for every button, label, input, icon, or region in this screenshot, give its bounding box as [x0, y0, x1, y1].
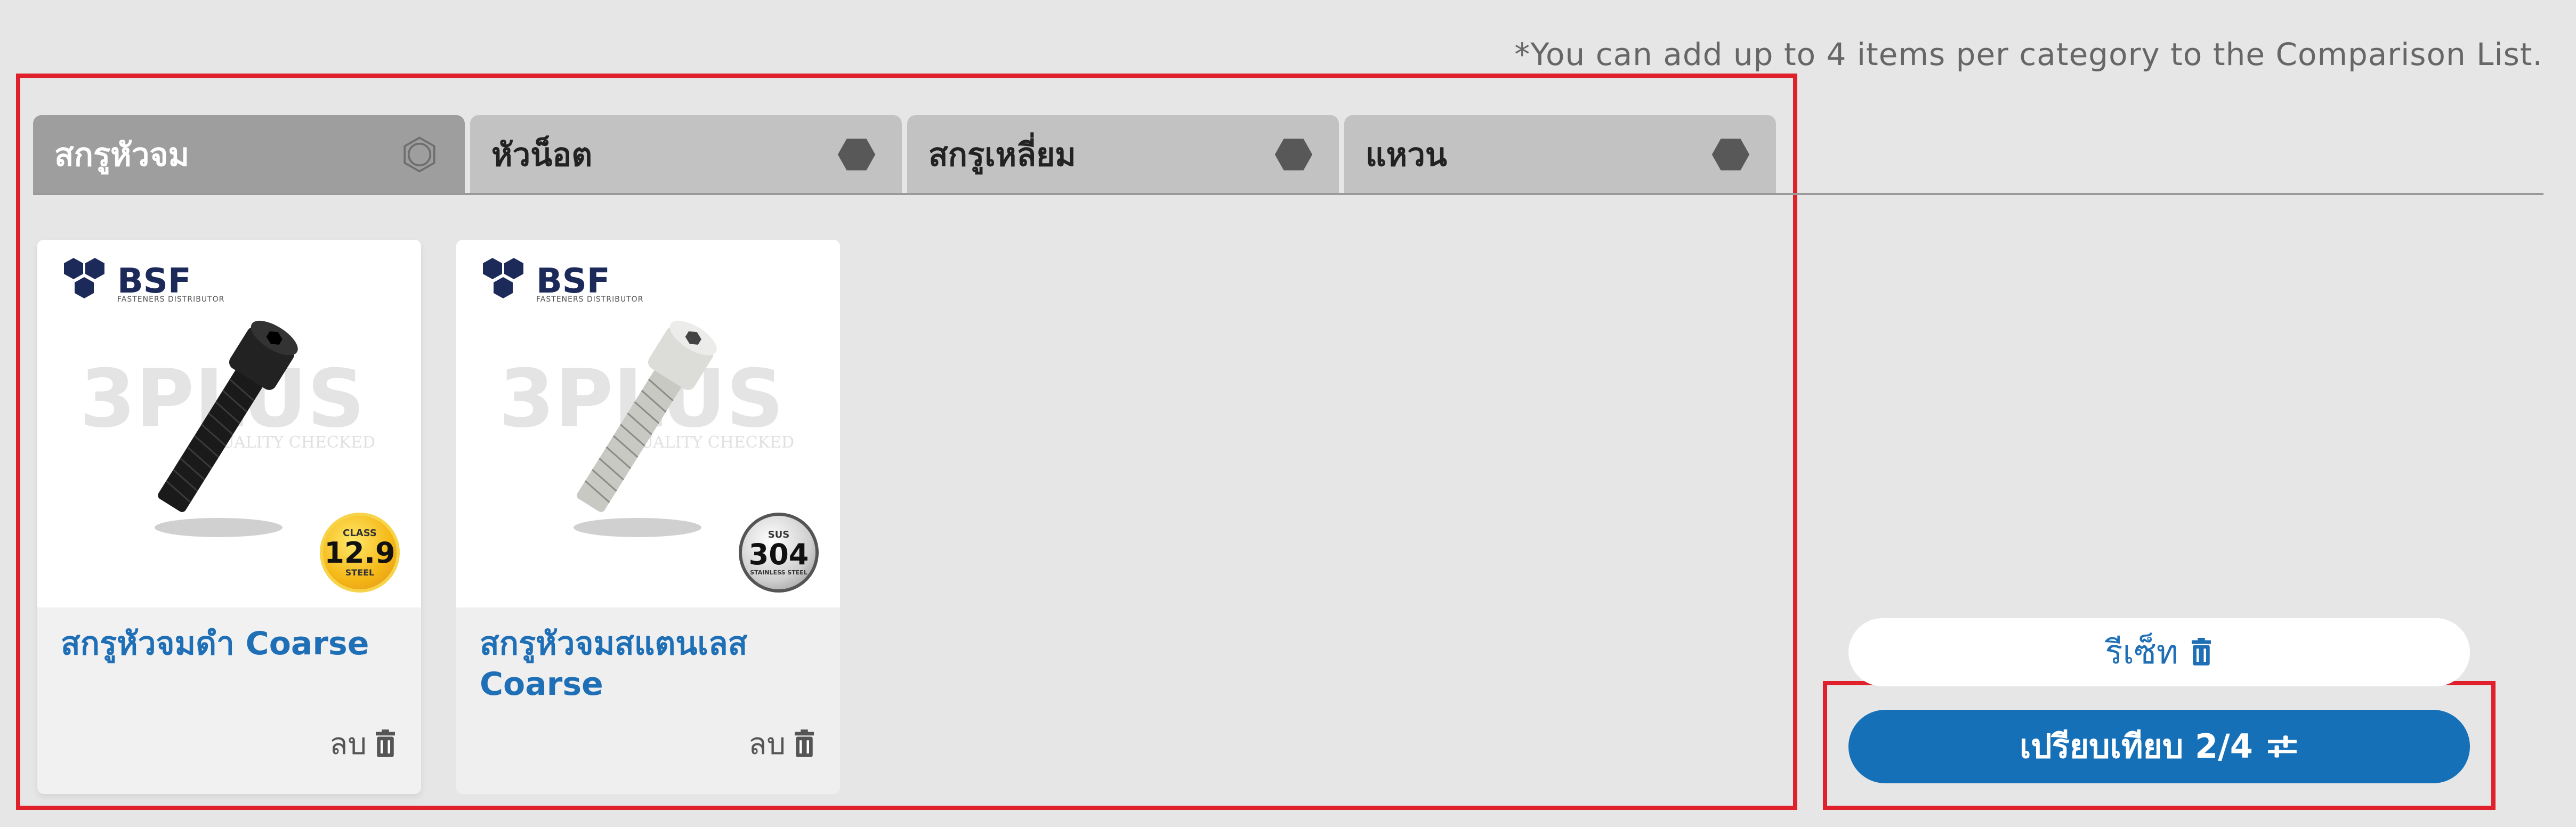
brand-hex-logo-icon: [483, 258, 523, 298]
brand-name: BSF: [536, 262, 610, 301]
product-image[interactable]: BSF FASTENERS DISTRIBUTOR 3PLUS QUALITY …: [37, 240, 421, 607]
tab-label: หัวน็อต: [491, 136, 593, 174]
product-card[interactable]: BSF FASTENERS DISTRIBUTOR 3PLUS QUALITY …: [456, 240, 840, 794]
product-title[interactable]: สกรูหัวจมดำ Coarse: [61, 623, 402, 664]
hex-outline-icon: [403, 136, 435, 173]
trash-icon: [376, 729, 395, 757]
brand-tagline: FASTENERS DISTRIBUTOR: [536, 295, 644, 304]
reset-button[interactable]: รีเซ็ท: [1848, 618, 2470, 686]
tab-nut[interactable]: หัวน็อต: [470, 115, 902, 194]
badge-main-text: 12.9: [324, 536, 395, 570]
class-12-9-badge: CLASS 12.9 STEEL: [320, 513, 400, 593]
hex-nut-icon: [1274, 139, 1313, 171]
compare-label: เปรียบเทียบ 2/4: [2020, 727, 2253, 766]
trash-icon: [795, 729, 814, 757]
category-tabs: สกรูหัวจม หัวน็อต สกรูเหลี่ยม แหวน: [33, 115, 1776, 194]
hex-nut-icon: [837, 139, 876, 171]
remove-label: ลบ: [329, 727, 367, 761]
tab-label: แหวน: [1366, 136, 1447, 174]
badge-bottom-text: STAINLESS STEEL: [750, 569, 807, 576]
tab-label: สกรูเหลี่ยม: [928, 136, 1076, 174]
product-card[interactable]: BSF FASTENERS DISTRIBUTOR 3PLUS QUALITY …: [37, 240, 421, 794]
trash-icon: [2191, 638, 2211, 666]
tab-hex-screw[interactable]: สกรูเหลี่ยม: [907, 115, 1339, 194]
badge-bottom-text: STEEL: [345, 567, 375, 578]
remove-button[interactable]: ลบ: [748, 720, 817, 767]
compare-button[interactable]: เปรียบเทียบ 2/4: [1848, 710, 2470, 783]
comparison-limit-note: *You can add up to 4 items per category …: [1514, 36, 2543, 72]
hex-nut-icon: [1711, 139, 1750, 171]
tab-washer[interactable]: แหวน: [1344, 115, 1776, 194]
tab-divider: [33, 193, 2543, 195]
badge-main-text: 304: [748, 538, 809, 571]
product-image[interactable]: BSF FASTENERS DISTRIBUTOR 3PLUS QUALITY …: [456, 240, 840, 607]
black-socket-screw-image: [155, 320, 298, 537]
stainless-socket-screw-image: [574, 320, 717, 537]
tab-label: สกรูหัวจม: [54, 136, 190, 174]
sus-304-badge: SUS 304 STAINLESS STEEL: [739, 513, 819, 593]
reset-label: รีเซ็ท: [2105, 633, 2178, 671]
brand-hex-logo-icon: [64, 258, 104, 298]
brand-name: BSF: [117, 262, 191, 301]
product-title[interactable]: สกรูหัวจมสแตนเลส Coarse: [480, 623, 821, 704]
remove-label: ลบ: [748, 727, 786, 761]
remove-button[interactable]: ลบ: [329, 720, 398, 767]
brand-tagline: FASTENERS DISTRIBUTOR: [117, 295, 225, 304]
sliders-icon: [2268, 735, 2297, 758]
tab-socket-head-screw[interactable]: สกรูหัวจม: [33, 115, 465, 194]
